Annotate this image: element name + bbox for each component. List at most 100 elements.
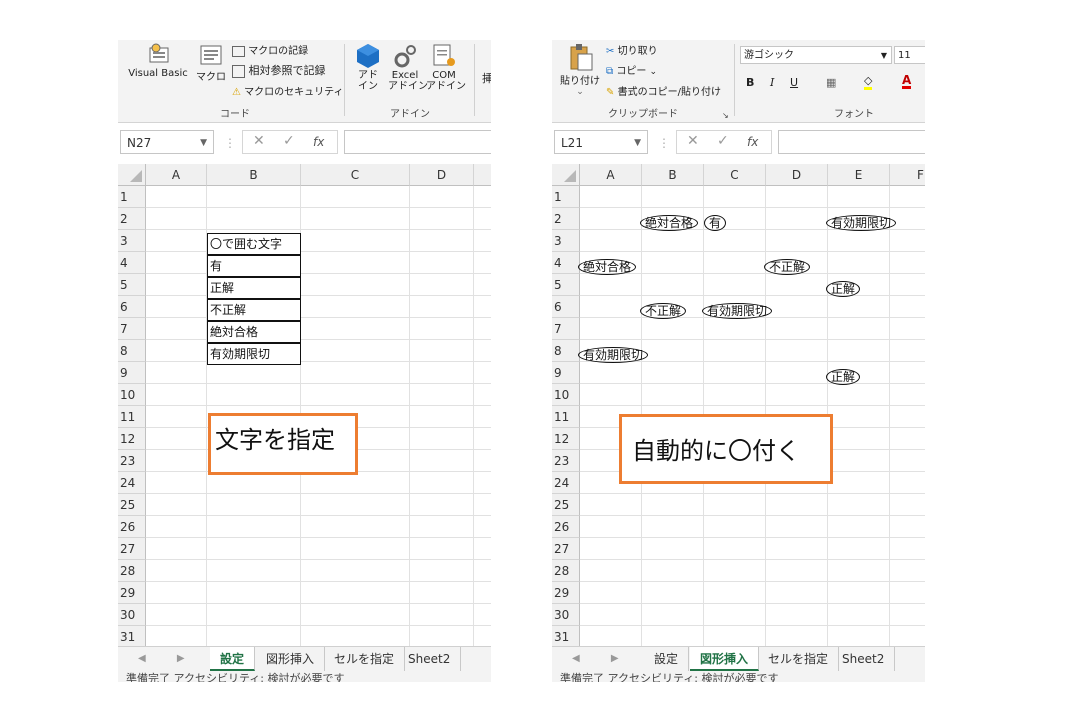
com-addin-button[interactable]: COM アドイン	[426, 42, 466, 92]
grid-cell[interactable]	[410, 384, 474, 406]
row-header[interactable]: 26	[118, 516, 146, 538]
grid-cell[interactable]	[207, 186, 301, 208]
grid-cell[interactable]	[301, 208, 410, 230]
grid-cell[interactable]	[146, 582, 207, 604]
row-header[interactable]: 5	[552, 274, 580, 296]
grid-cell[interactable]	[704, 362, 766, 384]
grid-cell[interactable]	[146, 318, 207, 340]
row-header[interactable]: 23	[552, 450, 580, 472]
formula-input[interactable]	[778, 130, 925, 154]
tab-scroll-arrows[interactable]: ◀ ▶	[138, 647, 199, 671]
row-header[interactable]: 10	[118, 384, 146, 406]
grid-cell[interactable]	[766, 560, 828, 582]
grid-cell[interactable]	[146, 274, 207, 296]
grid-cell[interactable]	[766, 296, 828, 318]
grid-cell[interactable]	[704, 560, 766, 582]
grid-cell[interactable]	[580, 516, 642, 538]
grid-cell[interactable]	[301, 516, 410, 538]
grid-cell[interactable]	[474, 428, 491, 450]
grid-cell[interactable]	[890, 450, 925, 472]
grid-cell[interactable]	[704, 274, 766, 296]
grid-cell[interactable]	[146, 362, 207, 384]
circled-label[interactable]: 不正解	[640, 303, 687, 319]
grid-cell[interactable]	[474, 318, 491, 340]
grid-cell[interactable]	[146, 538, 207, 560]
grid-cell[interactable]	[890, 362, 925, 384]
grid-cell[interactable]	[146, 384, 207, 406]
grid-cell[interactable]	[642, 582, 704, 604]
fill-color-icon[interactable]: ◇	[864, 74, 873, 90]
row-header[interactable]: 9	[118, 362, 146, 384]
cancel-icon[interactable]: ✕	[687, 133, 699, 149]
confirm-icon[interactable]: ✓	[717, 133, 729, 149]
macro-button[interactable]: マクロ	[196, 42, 226, 83]
grid-cell[interactable]	[207, 472, 301, 494]
grid-cell[interactable]	[828, 296, 890, 318]
grid-cell[interactable]	[301, 604, 410, 626]
grid-cell[interactable]	[766, 604, 828, 626]
grid-cell[interactable]	[580, 274, 642, 296]
dialog-launcher-icon[interactable]: ↘	[722, 111, 729, 120]
row-header[interactable]: 28	[118, 560, 146, 582]
grid-cell[interactable]	[890, 494, 925, 516]
row-header[interactable]: 4	[552, 252, 580, 274]
grid-cell[interactable]	[766, 626, 828, 648]
row-header[interactable]: 24	[118, 472, 146, 494]
circled-label[interactable]: 有効期限切	[702, 303, 773, 319]
grid-cell[interactable]	[580, 560, 642, 582]
grid-cell[interactable]	[410, 296, 474, 318]
table-cell[interactable]: 有効期限切	[207, 343, 301, 365]
grid-cell[interactable]	[704, 582, 766, 604]
grid-cell[interactable]	[704, 252, 766, 274]
row-header[interactable]: 30	[118, 604, 146, 626]
column-header-b[interactable]: B	[642, 164, 704, 186]
grid-cell[interactable]	[410, 318, 474, 340]
tab-insert-shape[interactable]: 図形挿入	[690, 647, 760, 671]
grid-cell[interactable]	[828, 472, 890, 494]
grid-cell[interactable]	[146, 560, 207, 582]
grid-cell[interactable]	[474, 384, 491, 406]
grid-cell[interactable]	[580, 582, 642, 604]
table-cell[interactable]: 不正解	[207, 299, 301, 321]
grid-cell[interactable]	[207, 384, 301, 406]
row-header[interactable]: 11	[552, 406, 580, 428]
row-header[interactable]: 27	[552, 538, 580, 560]
grid-cell[interactable]	[474, 340, 491, 362]
tab-sheet2[interactable]: Sheet2	[832, 647, 896, 671]
column-header-e[interactable]: E	[828, 164, 890, 186]
grid-cell[interactable]	[642, 626, 704, 648]
column-header-e[interactable]	[474, 164, 491, 186]
row-header[interactable]: 2	[552, 208, 580, 230]
grid-cell[interactable]	[890, 582, 925, 604]
grid-cell[interactable]	[301, 252, 410, 274]
grid-cell[interactable]	[301, 494, 410, 516]
grid-cell[interactable]	[580, 494, 642, 516]
row-header[interactable]: 12	[118, 428, 146, 450]
grid-cell[interactable]	[301, 186, 410, 208]
grid-cell[interactable]	[704, 538, 766, 560]
column-header-c[interactable]: C	[301, 164, 410, 186]
grid-cell[interactable]	[410, 340, 474, 362]
grid-cell[interactable]	[704, 494, 766, 516]
grid-cell[interactable]	[766, 230, 828, 252]
grid-cell[interactable]	[207, 538, 301, 560]
grid-cell[interactable]	[642, 362, 704, 384]
grid-cell[interactable]	[580, 230, 642, 252]
grid-cell[interactable]	[301, 296, 410, 318]
grid-cell[interactable]	[890, 230, 925, 252]
circled-label[interactable]: 有効期限切	[578, 347, 649, 363]
grid-cell[interactable]	[301, 274, 410, 296]
grid-cell[interactable]	[642, 384, 704, 406]
column-header-a[interactable]: A	[146, 164, 207, 186]
grid-cell[interactable]	[890, 318, 925, 340]
grid-cell[interactable]	[410, 582, 474, 604]
column-header-b[interactable]: B	[207, 164, 301, 186]
grid-cell[interactable]	[890, 208, 925, 230]
grid-cell[interactable]	[704, 384, 766, 406]
row-header[interactable]: 29	[118, 582, 146, 604]
grid-cell[interactable]	[642, 560, 704, 582]
grid-cell[interactable]	[642, 274, 704, 296]
table-cell[interactable]: 有	[207, 255, 301, 277]
circled-label[interactable]: 正解	[826, 281, 861, 297]
grid-cell[interactable]	[828, 450, 890, 472]
